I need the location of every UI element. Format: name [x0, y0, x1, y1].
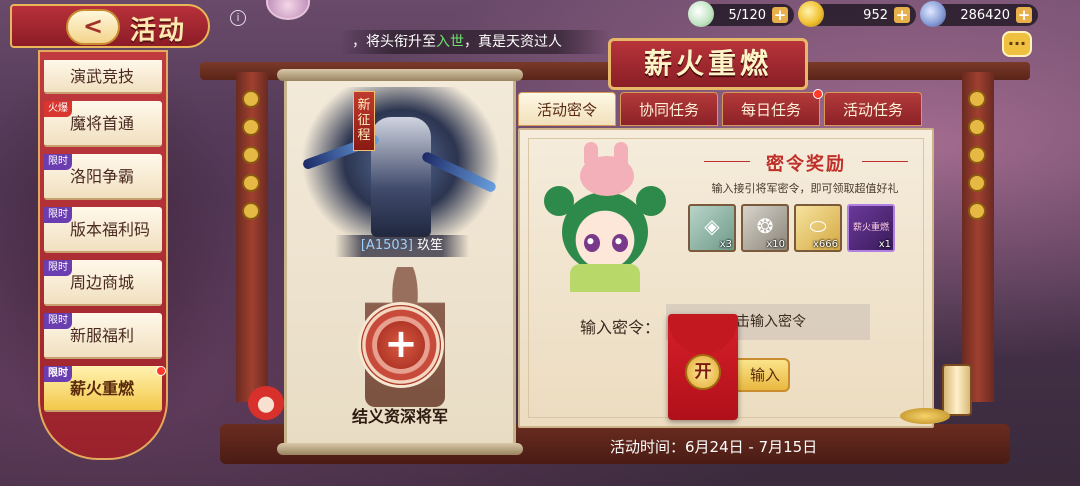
hero-name: 玖笙: [417, 238, 444, 253]
add-coin-button[interactable]: +: [1016, 7, 1032, 23]
mascot-robe: [570, 264, 640, 292]
hero-figure: [371, 117, 431, 237]
add-general-label: 结义资深将军: [351, 407, 448, 426]
coin-icon: [920, 1, 946, 27]
lucky-doll-icon: [248, 386, 284, 420]
jade-token-icon[interactable]: ◈ x3: [688, 204, 736, 252]
item-qty: x1: [878, 239, 891, 250]
mascot-eye-left: [584, 234, 600, 252]
sidebar-item-new-server[interactable]: 限时 新服福利: [44, 313, 162, 359]
page-title: 活动: [130, 16, 187, 46]
coin-string-left: [242, 90, 262, 220]
sidebar-item-shop[interactable]: 限时 周边商城: [44, 260, 162, 306]
reward-title: 密令奖励: [696, 150, 916, 176]
sidebar-item-mojiang[interactable]: 火爆 魔将首通: [44, 101, 162, 147]
add-icon[interactable]: +: [377, 321, 425, 369]
tab-daily[interactable]: 每日任务: [722, 89, 823, 126]
resource-bar: 5/120 + 952 + 286420 +: [688, 1, 1038, 27]
item-qty: x3: [719, 239, 732, 250]
add-stamina-button[interactable]: +: [772, 7, 788, 23]
scroll-roll-top: [277, 69, 523, 81]
info-icon[interactable]: i: [230, 10, 246, 26]
hero-blade-right: [420, 150, 498, 194]
sidebar-item-luoyang[interactable]: 限时 洛阳争霸: [44, 154, 162, 200]
tab-code[interactable]: 活动密令: [518, 92, 616, 126]
recruit-scroll: 新征程 [A1503] 玖笙 + 结义资深将军: [277, 69, 523, 455]
hero-badge: 新征程: [353, 91, 375, 151]
stamina-counter: 5/120 +: [688, 1, 794, 27]
coin-value: 286420: [960, 7, 1010, 23]
hero-portrait[interactable]: 新征程: [301, 87, 501, 252]
hero-name-plate: [A1503] 玖笙: [335, 235, 469, 257]
ingot-glyph: ⬭: [809, 214, 827, 238]
jade-glyph: ◈: [704, 214, 720, 238]
coin-string-right: [968, 90, 988, 220]
limited-tag: 限时: [44, 207, 72, 223]
gold-ingot-icon: [798, 1, 824, 27]
marquee-text: ，将头衔升至入世，真是天资过人: [340, 30, 610, 54]
chat-bubble-icon[interactable]: ···: [1002, 31, 1032, 57]
gold-pile-icon: [900, 408, 950, 424]
stamina-value: 5/120: [728, 7, 766, 23]
coin-counter: 286420 +: [920, 1, 1038, 27]
notification-dot: [813, 89, 823, 99]
notification-dot: [156, 366, 166, 376]
tab-cooperation[interactable]: 协同任务: [620, 92, 718, 126]
limited-tag: 限时: [44, 154, 72, 170]
limited-tag: 限时: [44, 313, 72, 329]
item-qty: x10: [766, 239, 785, 250]
marquee-highlight: 入世: [436, 34, 464, 50]
limited-tag: 限时: [44, 260, 72, 276]
sidebar-item-fuli-code[interactable]: 限时 版本福利码: [44, 207, 162, 253]
event-title: 薪火重燃: [608, 38, 808, 90]
envelope-seal[interactable]: 开: [685, 354, 721, 390]
sidebar-item-label: 演武竞技: [70, 67, 135, 86]
header-bar: < 活动: [10, 4, 210, 48]
limited-tag: 限时: [44, 366, 72, 382]
scroll-roll-bottom: [277, 443, 523, 455]
sidebar-item-xinhuo[interactable]: 限时 薪火重燃: [44, 366, 166, 412]
sidebar-item-label: 薪火重燃: [70, 379, 135, 398]
sidebar-item-label: 版本福利码: [70, 220, 151, 239]
sidebar-item-label: 新服福利: [70, 326, 135, 345]
bunny-hat: [580, 156, 634, 196]
marquee-suffix: ，真是天资过人: [464, 34, 562, 50]
code-input-label: 输入密令：: [580, 318, 661, 337]
add-general-ring[interactable]: +: [361, 305, 441, 385]
tab-label: 每日任务: [740, 101, 801, 119]
back-button[interactable]: <: [66, 9, 120, 45]
tab-bar: 活动密令 协同任务 每日任务 活动任务: [518, 89, 922, 126]
sidebar-item-label: 魔将首通: [70, 114, 135, 133]
tab-event-tasks[interactable]: 活动任务: [824, 92, 922, 126]
frame-mini-text: 薪火重燃: [852, 223, 889, 233]
hero-code: [A1503]: [360, 238, 413, 253]
lantern-icon: [942, 364, 972, 416]
hot-tag: 火爆: [44, 101, 72, 117]
item-qty: x666: [812, 239, 838, 250]
event-frame-icon[interactable]: 薪火重燃 x1: [847, 204, 895, 252]
event-time: 活动时间：6月24日 - 7月15日: [610, 438, 818, 456]
gold-value: 952: [863, 7, 888, 23]
sidebar-item-label: 周边商城: [70, 273, 135, 292]
sidebar: 演武竞技 火爆 魔将首通 限时 洛阳争霸 限时 版本福利码 限时 周边商城 限时…: [38, 50, 168, 460]
mascot-illustration: [540, 142, 670, 292]
reward-items: ◈ x3 ❂ x10 ⬭ x666 薪火重燃 x1: [688, 204, 895, 252]
gold-counter: 952 +: [798, 1, 916, 27]
add-gold-button[interactable]: +: [894, 7, 910, 23]
envelope-flap: [668, 314, 738, 354]
sidebar-item-yanwu[interactable]: 演武竞技: [44, 60, 162, 94]
stamina-icon: [688, 1, 714, 27]
sidebar-item-label: 洛阳争霸: [70, 167, 135, 186]
red-envelope-button[interactable]: 开: [668, 314, 738, 420]
scroll-icon[interactable]: ❂ x10: [741, 204, 789, 252]
scroll-glyph: ❂: [756, 214, 774, 238]
marquee-prefix: ，将头衔升至: [352, 34, 436, 50]
reward-description: 输入接引将军密令，即可领取超值好礼: [711, 182, 899, 195]
mascot-eye-right: [612, 234, 628, 252]
gold-ingot-icon[interactable]: ⬭ x666: [794, 204, 842, 252]
mascot-head: [562, 192, 648, 272]
